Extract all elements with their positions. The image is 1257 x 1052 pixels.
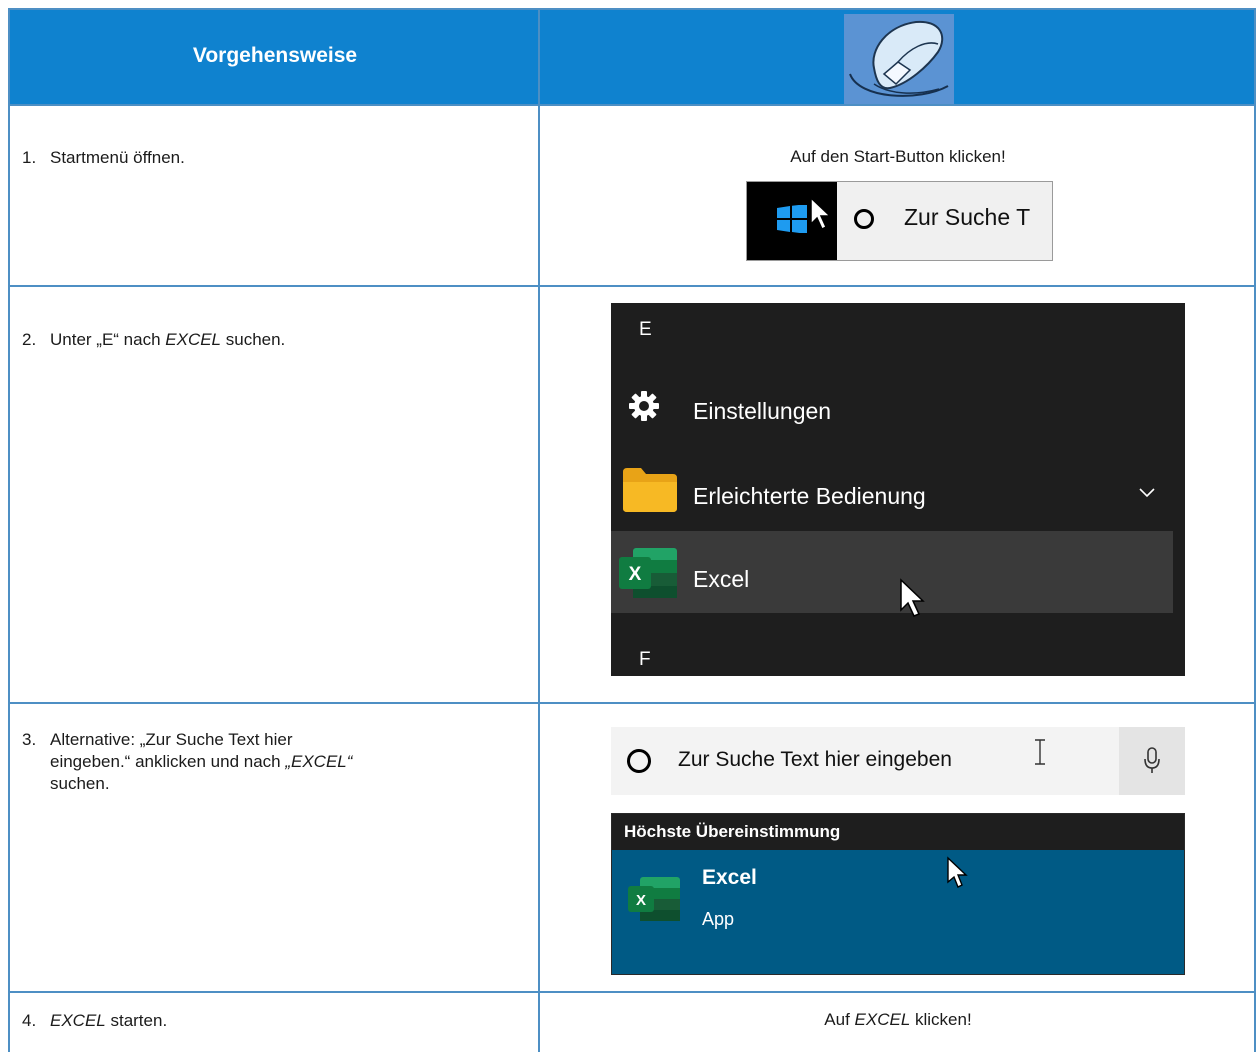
startmenu-screenshot: E Einstellungen Erleichterte Bedienung X…	[611, 303, 1185, 676]
step-text: Startmenü öffnen.	[50, 148, 185, 167]
letter-f-header: F	[639, 649, 651, 670]
table-header: Vorgehensweise	[8, 8, 1256, 104]
excel-icon: X	[619, 548, 677, 598]
cursor-icon	[810, 196, 832, 231]
search-input[interactable]: Zur Suche Text hier eingeben	[678, 748, 952, 772]
step-number: 3.	[22, 730, 37, 749]
menu-item-erleichterte-bedienung[interactable]: Erleichterte Bedienung	[693, 483, 926, 510]
best-match-header: Höchste Übereinstimmung	[612, 814, 1184, 850]
header-title: Vorgehensweise	[192, 44, 358, 67]
step-2: 2. Unter „E“ nach EXCEL suchen.	[22, 330, 286, 349]
svg-text:X: X	[636, 892, 646, 909]
step-4: 4. EXCEL starten.	[22, 1011, 168, 1030]
step-number: 1.	[22, 148, 37, 167]
windows-logo-icon	[777, 205, 807, 233]
step-1-instruction: Auf den Start-Button klicken!	[790, 147, 1006, 166]
search-result-screenshot: Höchste Übereinstimmung X Excel App	[611, 813, 1185, 975]
instruction-table: Vorgehensweise 1. Startmenü öffnen. Auf …	[8, 8, 1256, 1052]
step-4-instruction: Auf EXCEL klicken!	[824, 1010, 972, 1029]
cursor-icon	[947, 856, 968, 888]
gear-icon	[629, 391, 659, 421]
excel-icon: X	[628, 877, 680, 921]
result-excel[interactable]: Excel	[702, 866, 757, 890]
step-number: 2.	[22, 330, 37, 349]
search-box-text: Zur Suche T	[904, 204, 1031, 230]
searchbox-screenshot: Zur Suche Text hier eingeben	[611, 727, 1185, 795]
cortana-circle-icon	[627, 749, 651, 773]
cursor-icon	[900, 578, 925, 617]
mouse-icon	[844, 14, 954, 104]
chevron-down-icon[interactable]	[1139, 488, 1155, 498]
menu-item-excel[interactable]: Excel	[693, 566, 749, 593]
menu-item-einstellungen[interactable]: Einstellungen	[693, 398, 831, 425]
letter-e-header: E	[639, 319, 652, 340]
step-1: 1. Startmenü öffnen.	[22, 147, 520, 169]
result-type: App	[702, 909, 735, 929]
taskbar-screenshot: Zur Suche T	[746, 181, 1053, 261]
text-cursor-icon	[1035, 739, 1045, 765]
step-3: 3. Alternative: „Zur Suche Text hier ein…	[22, 730, 353, 793]
microphone-button[interactable]	[1119, 727, 1185, 795]
svg-text:X: X	[629, 564, 642, 585]
folder-icon	[623, 468, 677, 512]
cortana-circle-icon	[854, 209, 874, 229]
step-number: 4.	[22, 1011, 37, 1030]
microphone-icon	[1144, 747, 1160, 773]
